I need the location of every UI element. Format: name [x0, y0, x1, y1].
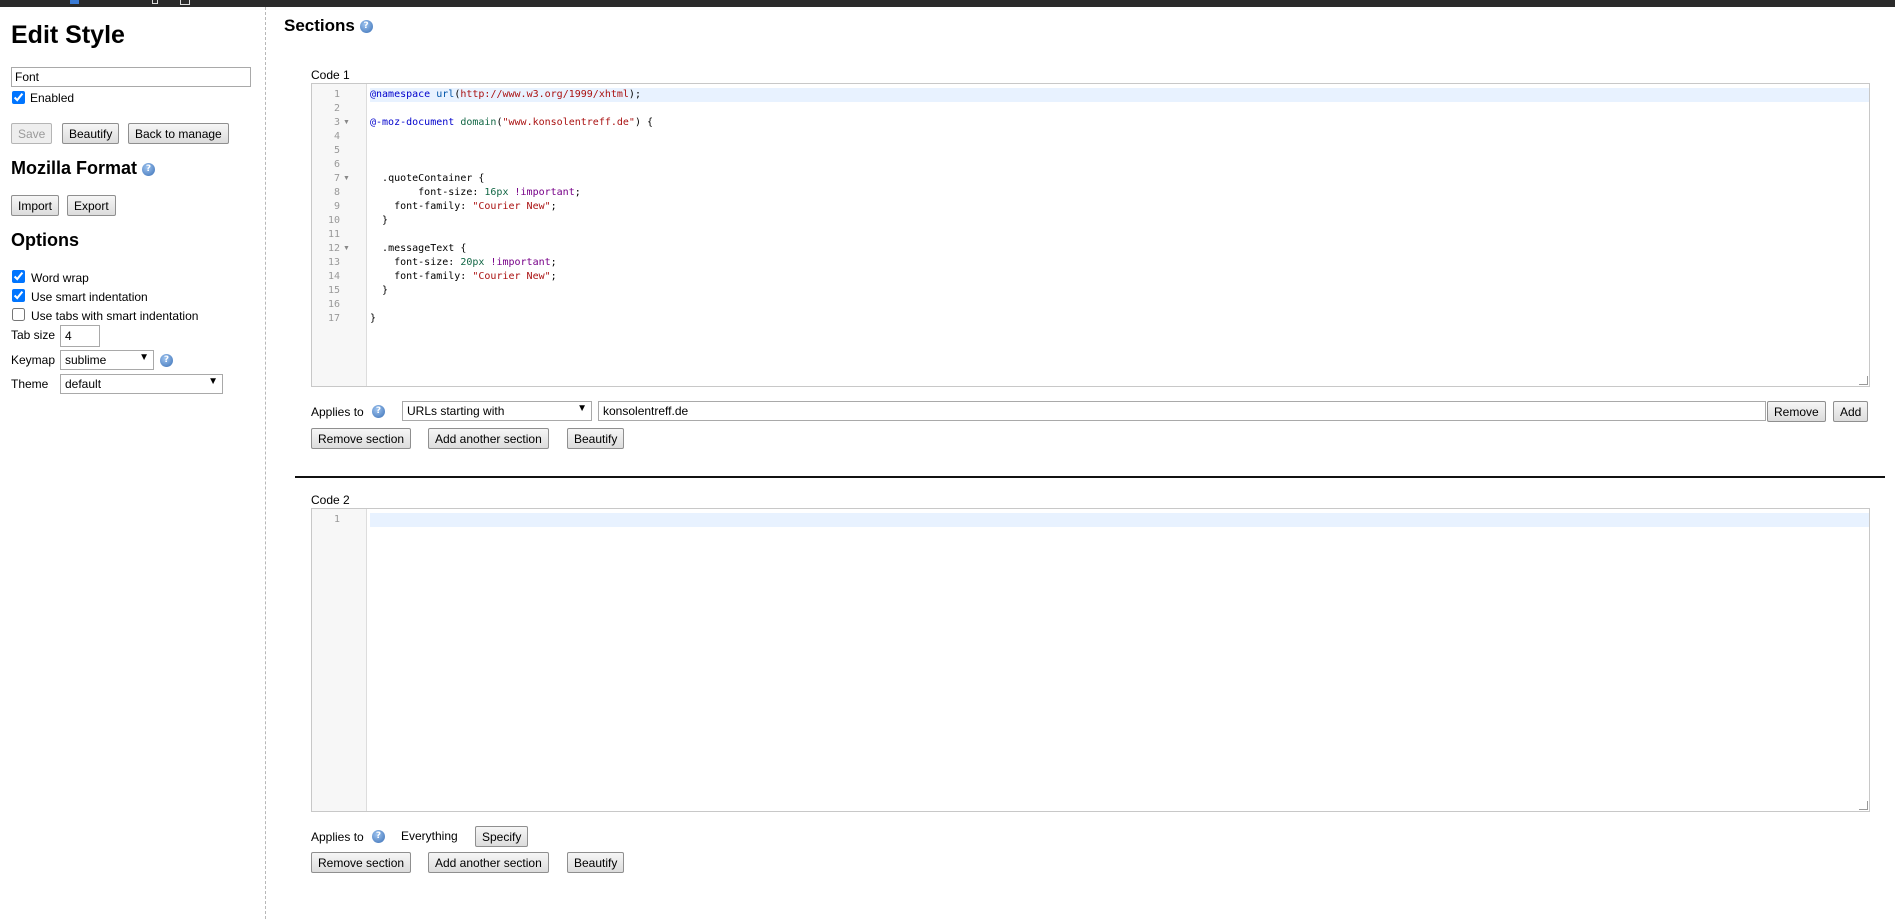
- remove-section-button[interactable]: Remove section: [311, 852, 412, 873]
- applies-type-value: URLs starting with: [407, 404, 505, 418]
- add-another-section-button[interactable]: Add another section: [428, 428, 549, 449]
- line-number: 10: [327, 215, 340, 226]
- remove-section-button[interactable]: Remove section: [311, 428, 412, 449]
- tabs-smart-indent-checkbox[interactable]: [12, 308, 25, 321]
- code-line: font-family: "Courier New";: [370, 271, 557, 282]
- dropdown-arrow-icon: ▼: [208, 376, 218, 387]
- code-line: .messageText {: [382, 243, 467, 254]
- options-heading: Options: [11, 230, 79, 250]
- resize-handle[interactable]: [1859, 376, 1868, 385]
- line-number: 12: [327, 243, 340, 254]
- remove-applies-button[interactable]: Remove: [1767, 401, 1826, 422]
- add-another-section-button[interactable]: Add another section: [428, 852, 549, 873]
- line-number: 8: [333, 187, 340, 198]
- line-number: 2: [333, 103, 340, 114]
- sections-title: Sections: [284, 16, 355, 35]
- line-number: 15: [327, 285, 340, 296]
- line-gutter: 1: [312, 509, 367, 811]
- style-name-input[interactable]: [11, 67, 251, 87]
- applies-type-select[interactable]: URLs starting with ▼: [402, 401, 592, 421]
- line-number: 1: [333, 89, 340, 100]
- theme-label: Theme: [11, 377, 49, 391]
- toolbar-icon: [152, 0, 158, 4]
- line-number: 3: [333, 117, 340, 128]
- dropdown-arrow-icon: ▼: [139, 352, 149, 363]
- code-line: font-size: 20px !important;: [370, 257, 557, 268]
- word-wrap-checkbox[interactable]: [12, 270, 25, 283]
- code-line: }: [370, 313, 377, 324]
- fold-arrow-icon[interactable]: ▼: [343, 119, 350, 126]
- browser-top-bar: [0, 0, 1895, 7]
- applies-to-label: Applies to: [311, 405, 364, 419]
- line-number: 1: [333, 514, 340, 525]
- sidebar: Edit Style Enabled Save Beautify Back to…: [0, 7, 266, 919]
- applies-everything-text: Everything: [401, 829, 458, 843]
- applies-value-text: konsolentreff.de: [603, 404, 689, 418]
- page-title: Edit Style: [11, 21, 125, 49]
- tab-indicator: [70, 0, 79, 4]
- line-number: 17: [327, 313, 340, 324]
- theme-value: default: [65, 377, 102, 391]
- keymap-value: sublime: [65, 353, 107, 367]
- line-number: 4: [333, 131, 340, 142]
- beautify-button[interactable]: Beautify: [62, 123, 120, 144]
- code-editor-1[interactable]: 1 2 3 ▼ 4 5 6 7 ▼ 8 9 10 11 12 ▼ 13 14 1…: [311, 83, 1870, 387]
- line-gutter: 1 2 3 ▼ 4 5 6 7 ▼ 8 9 10 11 12 ▼ 13 14 1…: [312, 84, 367, 386]
- fold-arrow-icon[interactable]: ▼: [343, 245, 350, 252]
- help-icon[interactable]: ?: [372, 405, 385, 418]
- sections-heading: Sections ?: [284, 16, 373, 36]
- section-2-label: Code 2: [311, 493, 350, 507]
- tabs-smart-indent-label: Use tabs with smart indentation: [31, 309, 199, 323]
- code-line: [370, 513, 1869, 527]
- applies-value-input[interactable]: konsolentreff.de: [598, 401, 1766, 421]
- line-number: 14: [327, 271, 340, 282]
- line-number: 16: [327, 299, 340, 310]
- line-number: 9: [333, 201, 340, 212]
- help-icon[interactable]: ?: [160, 354, 173, 367]
- code-line: font-size: 16px !important;: [370, 187, 581, 198]
- word-wrap-label: Word wrap: [31, 271, 89, 285]
- import-button[interactable]: Import: [11, 195, 60, 216]
- code-line: }: [370, 285, 389, 296]
- code-line: .quoteContainer {: [382, 173, 485, 184]
- fold-arrow-icon[interactable]: ▼: [343, 175, 350, 182]
- tab-size-input[interactable]: [60, 325, 100, 347]
- enabled-checkbox[interactable]: [12, 91, 25, 104]
- smart-indent-checkbox[interactable]: [12, 289, 25, 302]
- help-icon[interactable]: ?: [359, 20, 373, 34]
- section-1-label: Code 1: [311, 68, 350, 82]
- line-number: 11: [327, 229, 340, 240]
- mozilla-format-heading: Mozilla Format ?: [11, 158, 156, 179]
- code-line: @namespace url(http://www.w3.org/1999/xh…: [370, 88, 1869, 102]
- toolbar-icon: [180, 0, 190, 5]
- line-number: 6: [333, 159, 340, 170]
- code-editor-2[interactable]: 1: [311, 508, 1870, 812]
- line-number: 7: [333, 173, 340, 184]
- applies-to-label: Applies to: [311, 830, 364, 844]
- export-button[interactable]: Export: [67, 195, 116, 216]
- code-line: font-family: "Courier New";: [370, 201, 557, 212]
- add-applies-button[interactable]: Add: [1833, 401, 1869, 422]
- mozilla-format-title: Mozilla Format: [11, 158, 138, 178]
- theme-select[interactable]: default ▼: [60, 374, 223, 394]
- keymap-select[interactable]: sublime ▼: [60, 350, 154, 370]
- enabled-label: Enabled: [30, 91, 75, 105]
- section-divider: [295, 476, 1885, 478]
- dropdown-arrow-icon: ▼: [577, 403, 587, 414]
- smart-indent-label: Use smart indentation: [31, 290, 148, 304]
- resize-handle[interactable]: [1859, 801, 1868, 810]
- back-to-manage-button[interactable]: Back to manage: [128, 123, 229, 144]
- code-line: }: [370, 215, 389, 226]
- help-icon[interactable]: ?: [372, 830, 385, 843]
- tab-size-label: Tab size: [11, 328, 56, 342]
- save-button[interactable]: Save: [11, 123, 53, 144]
- beautify-section-button[interactable]: Beautify: [567, 428, 625, 449]
- keymap-label: Keymap: [11, 353, 56, 367]
- line-number: 13: [327, 257, 340, 268]
- specify-button[interactable]: Specify: [475, 826, 529, 847]
- help-icon[interactable]: ?: [142, 162, 156, 176]
- code-line: @-moz-document domain("www.konsolentreff…: [370, 117, 653, 128]
- line-number: 5: [333, 145, 340, 156]
- beautify-section-button[interactable]: Beautify: [567, 852, 625, 873]
